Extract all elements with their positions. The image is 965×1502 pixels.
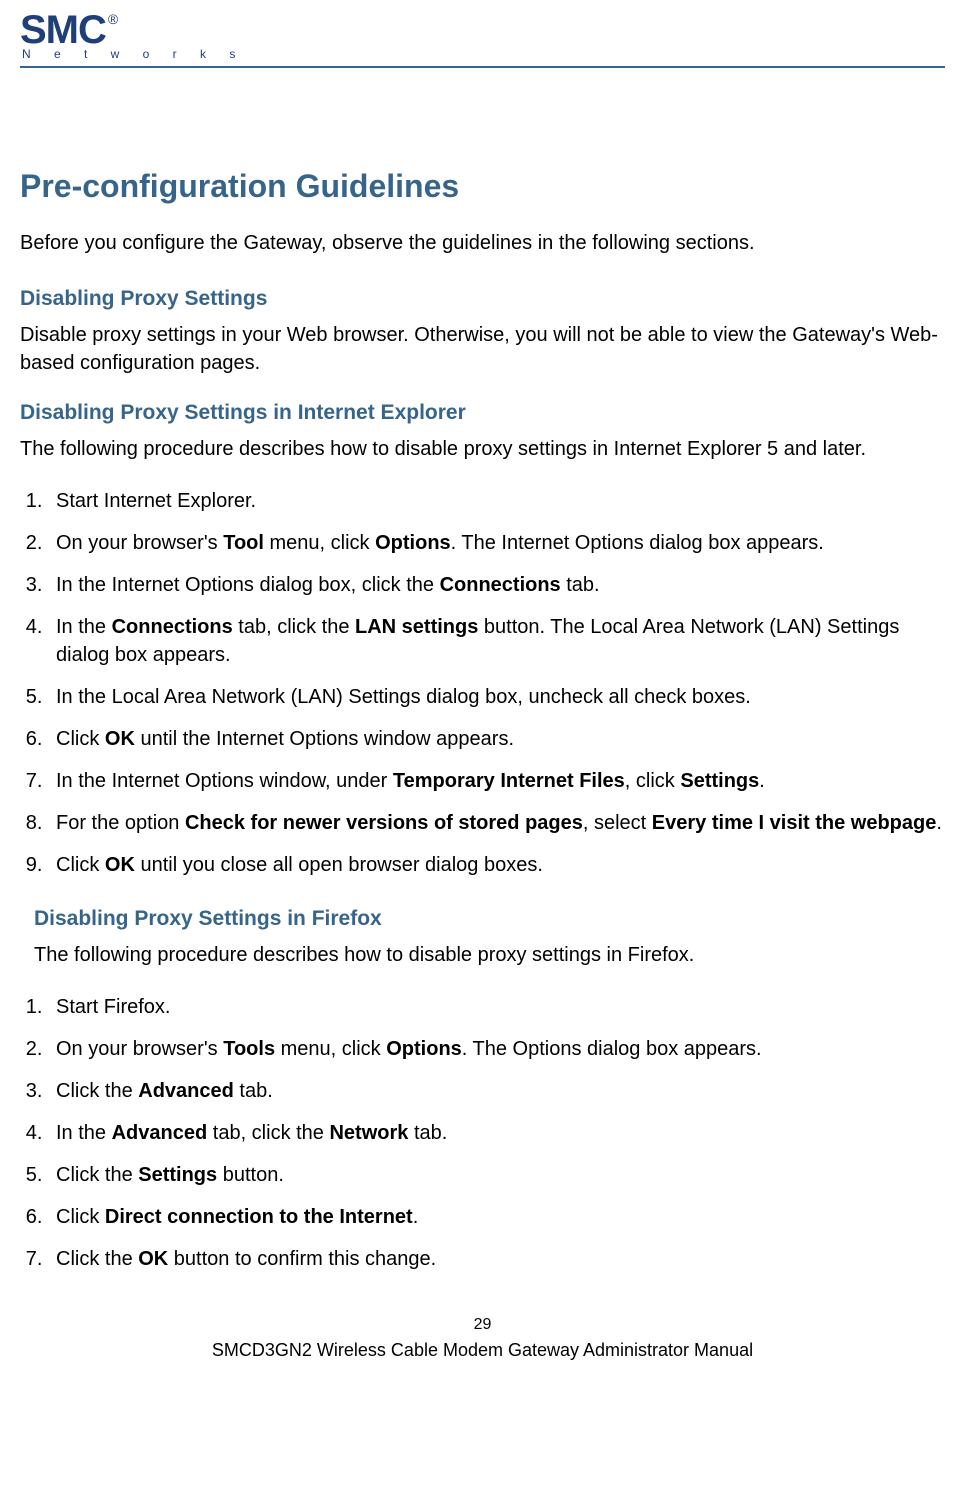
section-heading-proxy: Disabling Proxy Settings — [20, 287, 945, 311]
step-text: until the Internet Options window appear… — [135, 728, 514, 750]
step-bold: OK — [105, 854, 135, 876]
step-text: In the Internet Options dialog box, clic… — [56, 574, 440, 596]
section-body-ie: The following procedure describes how to… — [20, 435, 945, 463]
step-text: , click — [625, 770, 681, 792]
step-text: In the — [56, 616, 112, 638]
logo-registered-icon: ® — [108, 12, 118, 26]
intro-paragraph: Before you configure the Gateway, observ… — [20, 229, 945, 257]
logo-sub-text: N e t w o r k s — [22, 48, 945, 60]
step-bold: OK — [138, 1248, 168, 1270]
step-text: Click — [56, 1206, 105, 1228]
step-text: tab. — [234, 1080, 273, 1102]
list-item: In the Local Area Network (LAN) Settings… — [48, 683, 945, 711]
step-bold: Settings — [680, 770, 759, 792]
step-text: Start Firefox. — [56, 996, 170, 1018]
firefox-steps-list: Start Firefox. On your browser's Tools m… — [20, 993, 945, 1273]
step-text: button. — [217, 1164, 284, 1186]
step-text: . — [413, 1206, 419, 1228]
step-bold: Advanced — [112, 1122, 208, 1144]
list-item: Start Firefox. — [48, 993, 945, 1021]
step-text: until you close all open browser dialog … — [135, 854, 543, 876]
list-item: Click the Advanced tab. — [48, 1077, 945, 1105]
step-text: tab. — [408, 1122, 447, 1144]
list-item: In the Advanced tab, click the Network t… — [48, 1119, 945, 1147]
list-item: Click OK until you close all open browse… — [48, 851, 945, 879]
list-item: Click the OK button to confirm this chan… — [48, 1245, 945, 1273]
step-text: In the — [56, 1122, 112, 1144]
step-bold: Settings — [138, 1164, 217, 1186]
step-bold: Direct connection to the Internet — [105, 1206, 413, 1228]
step-text: . — [759, 770, 765, 792]
list-item: Click Direct connection to the Internet. — [48, 1203, 945, 1231]
list-item: In the Connections tab, click the LAN se… — [48, 613, 945, 669]
section-body-proxy: Disable proxy settings in your Web brows… — [20, 321, 945, 377]
page-header: SMC ® N e t w o r k s — [20, 10, 945, 68]
step-bold: Every time I visit the webpage — [652, 812, 937, 834]
step-text: Click — [56, 728, 105, 750]
step-text: On your browser's — [56, 532, 223, 554]
list-item: In the Internet Options dialog box, clic… — [48, 571, 945, 599]
step-bold: Advanced — [138, 1080, 234, 1102]
page-title: Pre-configuration Guidelines — [20, 168, 945, 205]
step-bold: Options — [375, 532, 451, 554]
step-text: Click the — [56, 1080, 138, 1102]
step-bold: Temporary Internet Files — [393, 770, 625, 792]
step-bold: Check for newer versions of stored pages — [185, 812, 583, 834]
list-item: In the Internet Options window, under Te… — [48, 767, 945, 795]
manual-title: SMCD3GN2 Wireless Cable Modem Gateway Ad… — [212, 1340, 753, 1360]
step-text: . The Options dialog box appears. — [462, 1038, 762, 1060]
step-bold: Options — [386, 1038, 462, 1060]
list-item: On your browser's Tool menu, click Optio… — [48, 529, 945, 557]
list-item: Click OK until the Internet Options wind… — [48, 725, 945, 753]
list-item: Click the Settings button. — [48, 1161, 945, 1189]
step-text: In the Local Area Network (LAN) Settings… — [56, 686, 751, 708]
logo-main-text: SMC — [20, 10, 106, 50]
firefox-section: Disabling Proxy Settings in Firefox The … — [34, 907, 945, 969]
step-bold: Connections — [440, 574, 561, 596]
step-text: . The Internet Options dialog box appear… — [451, 532, 824, 554]
step-text: For the option — [56, 812, 185, 834]
page-number: 29 — [20, 1313, 945, 1337]
list-item: On your browser's Tools menu, click Opti… — [48, 1035, 945, 1063]
step-text: tab, click the — [233, 616, 355, 638]
step-text: Start Internet Explorer. — [56, 490, 256, 512]
logo-top-row: SMC ® — [20, 10, 945, 50]
step-text: Click the — [56, 1248, 138, 1270]
step-text: menu, click — [275, 1038, 386, 1060]
step-text: Click the — [56, 1164, 138, 1186]
list-item: For the option Check for newer versions … — [48, 809, 945, 837]
page-footer: 29 SMCD3GN2 Wireless Cable Modem Gateway… — [20, 1313, 945, 1364]
step-text: tab, click the — [207, 1122, 329, 1144]
section-body-firefox: The following procedure describes how to… — [34, 941, 945, 969]
document-page: SMC ® N e t w o r k s Pre-configuration … — [0, 0, 965, 1384]
step-text: Click — [56, 854, 105, 876]
step-text: button to confirm this change. — [168, 1248, 436, 1270]
ie-steps-list: Start Internet Explorer. On your browser… — [20, 487, 945, 879]
step-bold: Tools — [223, 1038, 275, 1060]
step-bold: Network — [329, 1122, 408, 1144]
step-text: menu, click — [264, 532, 375, 554]
step-text: On your browser's — [56, 1038, 223, 1060]
step-bold: Tool — [223, 532, 264, 554]
smc-logo: SMC ® N e t w o r k s — [20, 10, 945, 60]
step-text: tab. — [561, 574, 600, 596]
list-item: Start Internet Explorer. — [48, 487, 945, 515]
step-text: In the Internet Options window, under — [56, 770, 393, 792]
section-heading-firefox: Disabling Proxy Settings in Firefox — [34, 907, 945, 931]
step-bold: OK — [105, 728, 135, 750]
step-text: , select — [583, 812, 652, 834]
section-heading-ie: Disabling Proxy Settings in Internet Exp… — [20, 401, 945, 425]
step-text: . — [936, 812, 942, 834]
step-bold: LAN settings — [355, 616, 478, 638]
step-bold: Connections — [112, 616, 233, 638]
